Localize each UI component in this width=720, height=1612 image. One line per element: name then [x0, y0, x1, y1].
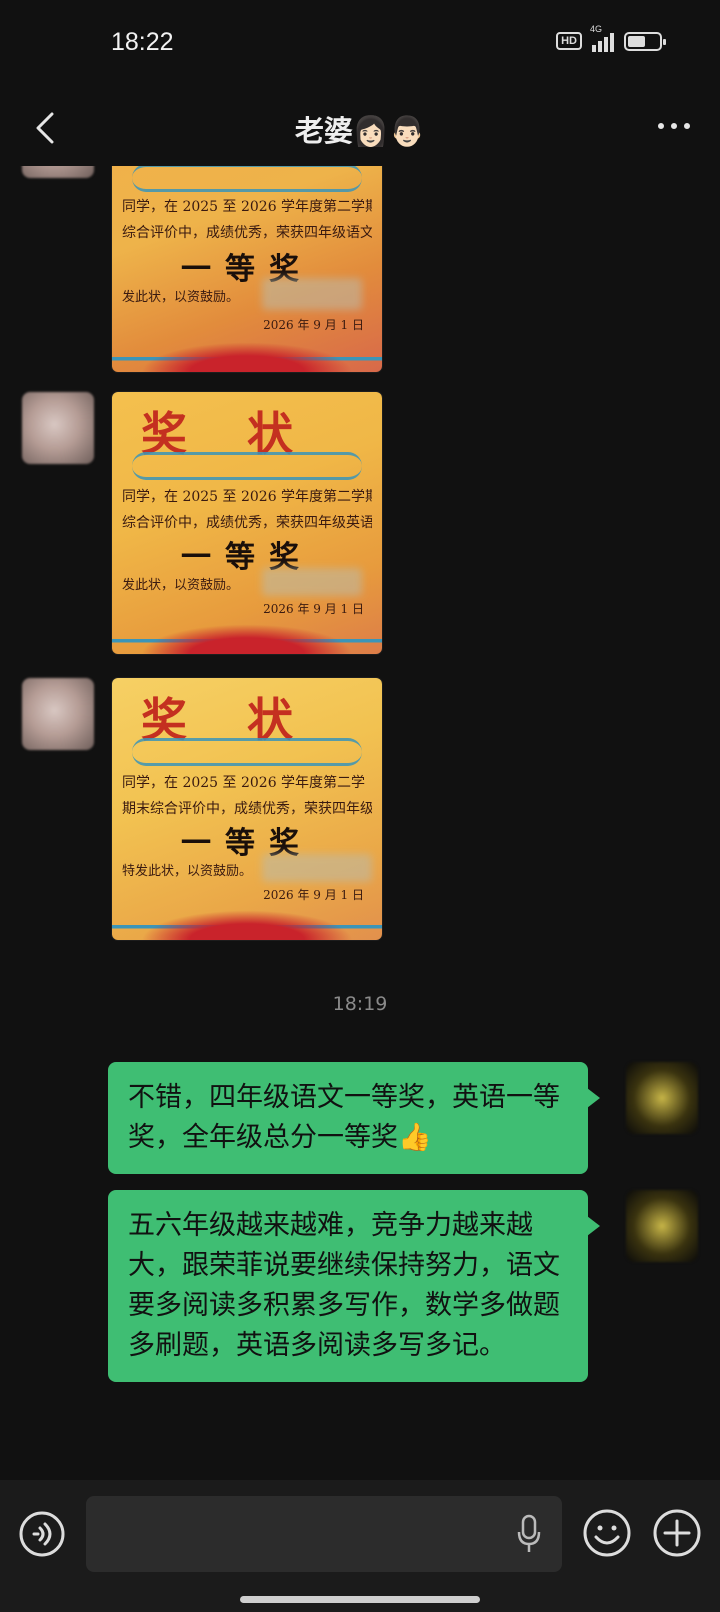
battery-level	[628, 35, 645, 47]
message-text: 不错，四年级语文一等奖，英语一等奖，全年级总分一等奖	[128, 1082, 560, 1153]
certificate-text: 综合评价中，成绩优秀，荣获四年级语文科	[122, 225, 372, 241]
certificate-text: 发此状，以资鼓励。	[122, 578, 240, 593]
message-input[interactable]	[86, 1496, 562, 1572]
status-time: 18:22	[111, 28, 174, 56]
voice-icon[interactable]	[18, 1510, 66, 1558]
message-text: 五六年级越来越难，竞争力越来越大，跟荣菲说要继续保持努力，语文要多阅读多积累多写…	[128, 1210, 560, 1361]
message-timestamp: 18:19	[332, 993, 388, 1015]
plus-circle-icon[interactable]	[652, 1508, 702, 1558]
battery-icon	[624, 31, 666, 51]
contact-avatar[interactable]	[22, 166, 94, 178]
emoji-icon[interactable]	[582, 1508, 632, 1558]
more-horizontal-icon[interactable]	[656, 116, 692, 136]
certificate-date: 2026 年 9 月 1 日	[263, 602, 364, 616]
contact-avatar[interactable]	[22, 392, 94, 464]
thumbs-up-icon: 👍	[398, 1122, 432, 1153]
certificate-text: 期末综合评价中，成绩优秀，荣获四年级总分	[122, 801, 372, 817]
signal-icon: 4G	[590, 24, 614, 52]
self-avatar[interactable]	[626, 1190, 698, 1262]
chat-area[interactable]: 同学，在 2025 至 2026 学年度第二学期 综合评价中，成绩优秀，荣获四年…	[0, 166, 720, 1480]
certificate-text: 同学，在 2025 至 2026 学年度第二学期	[122, 489, 372, 505]
certificate-text: 综合评价中，成绩优秀，荣获四年级英语科	[122, 515, 372, 531]
sent-message-bubble[interactable]: 五六年级越来越难，竞争力越来越大，跟荣菲说要继续保持努力，语文要多阅读多积累多写…	[108, 1190, 600, 1382]
hd-badge: HD	[556, 32, 582, 50]
chat-title: 老婆👩🏻👨🏻	[294, 114, 426, 148]
microphone-icon[interactable]	[516, 1514, 542, 1554]
image-message-certificate-2[interactable]: 奖状 同学，在 2025 至 2026 学年度第二学期 综合评价中，成绩优秀，荣…	[112, 392, 382, 654]
certificate-text: 发此状，以资鼓励。	[122, 290, 240, 305]
home-indicator[interactable]	[240, 1596, 480, 1603]
certificate-text: 同学，在 2025 至 2026 学年度第二学	[122, 775, 366, 791]
status-bar: 18:22 HD 4G	[0, 0, 720, 90]
certificate-text: 同学，在 2025 至 2026 学年度第二学期	[122, 199, 372, 215]
image-message-certificate-3[interactable]: 奖状 同学，在 2025 至 2026 学年度第二学 期末综合评价中，成绩优秀，…	[112, 678, 382, 940]
contact-avatar[interactable]	[22, 678, 94, 750]
certificate-date: 2026 年 9 月 1 日	[263, 318, 364, 332]
network-label: 4G	[590, 24, 603, 34]
image-message-certificate-1[interactable]: 同学，在 2025 至 2026 学年度第二学期 综合评价中，成绩优秀，荣获四年…	[112, 166, 382, 372]
status-icons: HD 4G	[556, 24, 666, 52]
sent-message-bubble[interactable]: 不错，四年级语文一等奖，英语一等奖，全年级总分一等奖👍	[108, 1062, 600, 1174]
self-avatar[interactable]	[626, 1062, 698, 1134]
certificate-text: 特发此状，以资鼓励。	[122, 864, 253, 879]
input-bar	[0, 1480, 720, 1612]
chat-header: 老婆👩🏻👨🏻	[0, 90, 720, 166]
certificate-date: 2026 年 9 月 1 日	[263, 888, 364, 902]
